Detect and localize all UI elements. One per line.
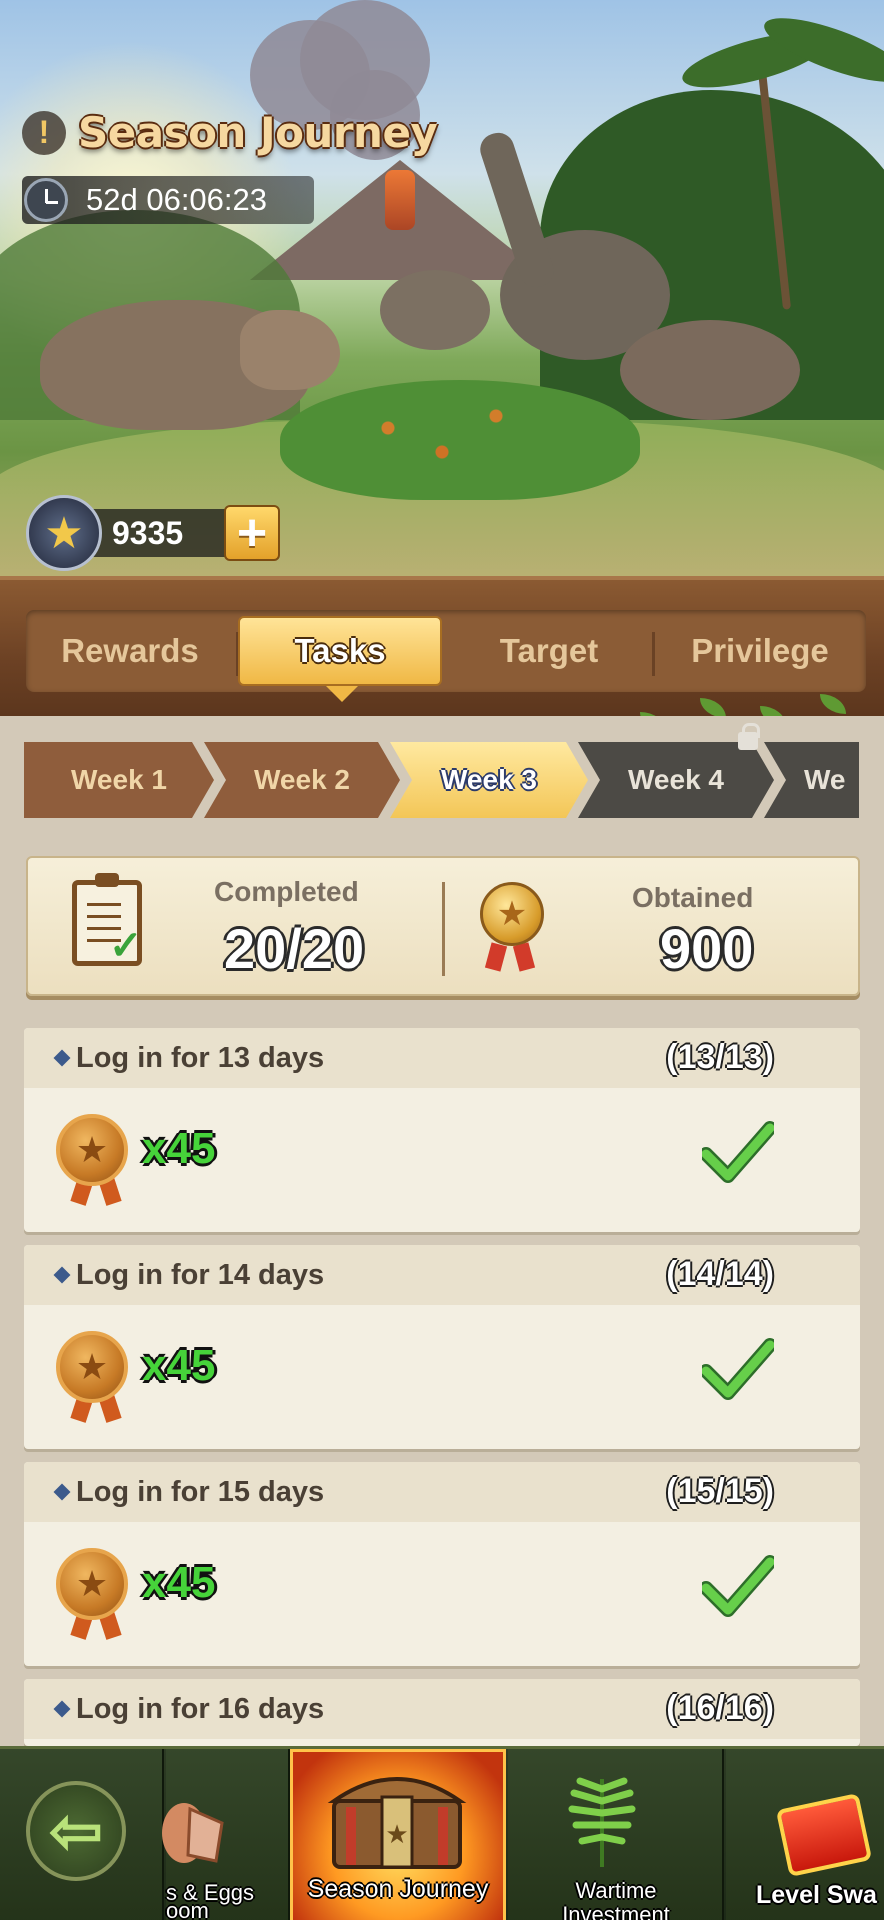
summary-divider bbox=[442, 882, 445, 976]
check-icon bbox=[702, 1121, 774, 1183]
hero-banner: ! Season Journey 52d 06:06:23 ★ 9335 + bbox=[0, 0, 884, 580]
lava bbox=[385, 170, 415, 230]
nav-eggs-label-2: oom bbox=[166, 1898, 209, 1920]
vine-leaf bbox=[700, 698, 726, 718]
alert-icon[interactable]: ! bbox=[22, 110, 66, 155]
summary-card: ✓ Completed 20/20 ★ Obtained 900 bbox=[26, 856, 860, 996]
reward-quantity: x45 bbox=[142, 1124, 216, 1173]
treasure-chest-icon: ★ bbox=[327, 1777, 467, 1869]
active-tab-pointer bbox=[326, 686, 358, 702]
week-tab-4[interactable]: Week 4 bbox=[578, 742, 774, 818]
tab-tasks[interactable]: Tasks bbox=[238, 616, 442, 686]
title-row: ! Season Journey bbox=[22, 108, 438, 157]
nav-wartime-label-1: Wartime bbox=[575, 1878, 657, 1903]
svg-text:★: ★ bbox=[385, 1820, 408, 1850]
week-tab-1[interactable]: Week 1 bbox=[24, 742, 214, 818]
clock-icon bbox=[24, 178, 68, 222]
reward-quantity: x45 bbox=[142, 1558, 216, 1607]
timer-text: 52d 06:06:23 bbox=[86, 182, 268, 217]
task-card: Log in for 15 days (15/15) ★ x45 bbox=[24, 1462, 860, 1666]
week-tab-3[interactable]: Week 3 bbox=[390, 742, 588, 818]
tab-bar: Rewards Tasks Target Privilege bbox=[0, 576, 884, 732]
tab-target[interactable]: Target bbox=[446, 616, 652, 686]
add-points-button[interactable]: + bbox=[224, 505, 280, 561]
tab-divider bbox=[652, 632, 655, 676]
task-progress: (15/15) bbox=[666, 1472, 774, 1510]
nav-level-label: Level Swa bbox=[756, 1881, 877, 1909]
obtained-label: Obtained bbox=[632, 882, 754, 913]
task-title: Log in for 16 days bbox=[76, 1693, 325, 1725]
check-icon bbox=[702, 1555, 774, 1617]
week-selector: Week 1 Week 2 Week 3 Week 4 We bbox=[24, 742, 859, 818]
check-icon bbox=[702, 1338, 774, 1400]
nav-season-label: Season Journey bbox=[307, 1875, 489, 1903]
small-sauropod bbox=[380, 270, 490, 350]
task-progress: (16/16) bbox=[666, 1689, 774, 1727]
tab-privilege[interactable]: Privilege bbox=[656, 616, 864, 686]
clipboard-icon: ✓ bbox=[72, 873, 143, 968]
season-points: ★ 9335 + bbox=[26, 495, 280, 571]
bronze-medal-icon[interactable]: ★ bbox=[56, 1114, 128, 1186]
task-title: Log in for 15 days bbox=[76, 1476, 325, 1508]
vine-leaf bbox=[820, 694, 846, 714]
completed-label: Completed bbox=[214, 876, 359, 907]
tab-rewards[interactable]: Rewards bbox=[26, 616, 234, 686]
task-progress: (14/14) bbox=[666, 1255, 774, 1293]
task-card: Log in for 16 days (16/16) bbox=[24, 1679, 860, 1746]
fern-icon bbox=[568, 1777, 636, 1867]
lock-icon bbox=[738, 723, 760, 750]
points-value: 9335 bbox=[82, 509, 232, 557]
nav-wartime-label-2: Investment bbox=[562, 1902, 670, 1920]
season-timer: 52d 06:06:23 bbox=[22, 176, 314, 224]
completed-value: 20/20 bbox=[224, 917, 365, 980]
task-progress: (13/13) bbox=[666, 1038, 774, 1076]
obtained-value: 900 bbox=[660, 917, 754, 980]
week-tab-5[interactable]: We bbox=[764, 742, 859, 818]
bottom-nav: ⇦ s & Eggs oom ★ Season Journey Wartime … bbox=[0, 1746, 884, 1920]
egg-icon bbox=[162, 1803, 224, 1863]
task-card: Log in for 14 days (14/14) ★ x45 bbox=[24, 1245, 860, 1449]
bronze-medal-icon[interactable]: ★ bbox=[56, 1331, 128, 1403]
medal-icon: ★ bbox=[480, 882, 544, 946]
star-badge-icon: ★ bbox=[26, 495, 102, 571]
back-button[interactable]: ⇦ bbox=[26, 1781, 126, 1881]
week-tab-2[interactable]: Week 2 bbox=[204, 742, 400, 818]
leaf-pile bbox=[280, 380, 640, 500]
reward-quantity: x45 bbox=[142, 1341, 216, 1390]
bronze-medal-icon[interactable]: ★ bbox=[56, 1548, 128, 1620]
triceratops-right bbox=[620, 320, 800, 420]
medal-ribbon bbox=[512, 942, 536, 972]
task-card: Log in for 13 days (13/13) ★ x45 bbox=[24, 1028, 860, 1232]
medal-ribbon bbox=[484, 942, 508, 972]
task-title: Log in for 14 days bbox=[76, 1259, 325, 1291]
triceratops-frill bbox=[240, 310, 340, 390]
task-title: Log in for 13 days bbox=[76, 1042, 325, 1074]
page-title: Season Journey bbox=[78, 108, 438, 157]
